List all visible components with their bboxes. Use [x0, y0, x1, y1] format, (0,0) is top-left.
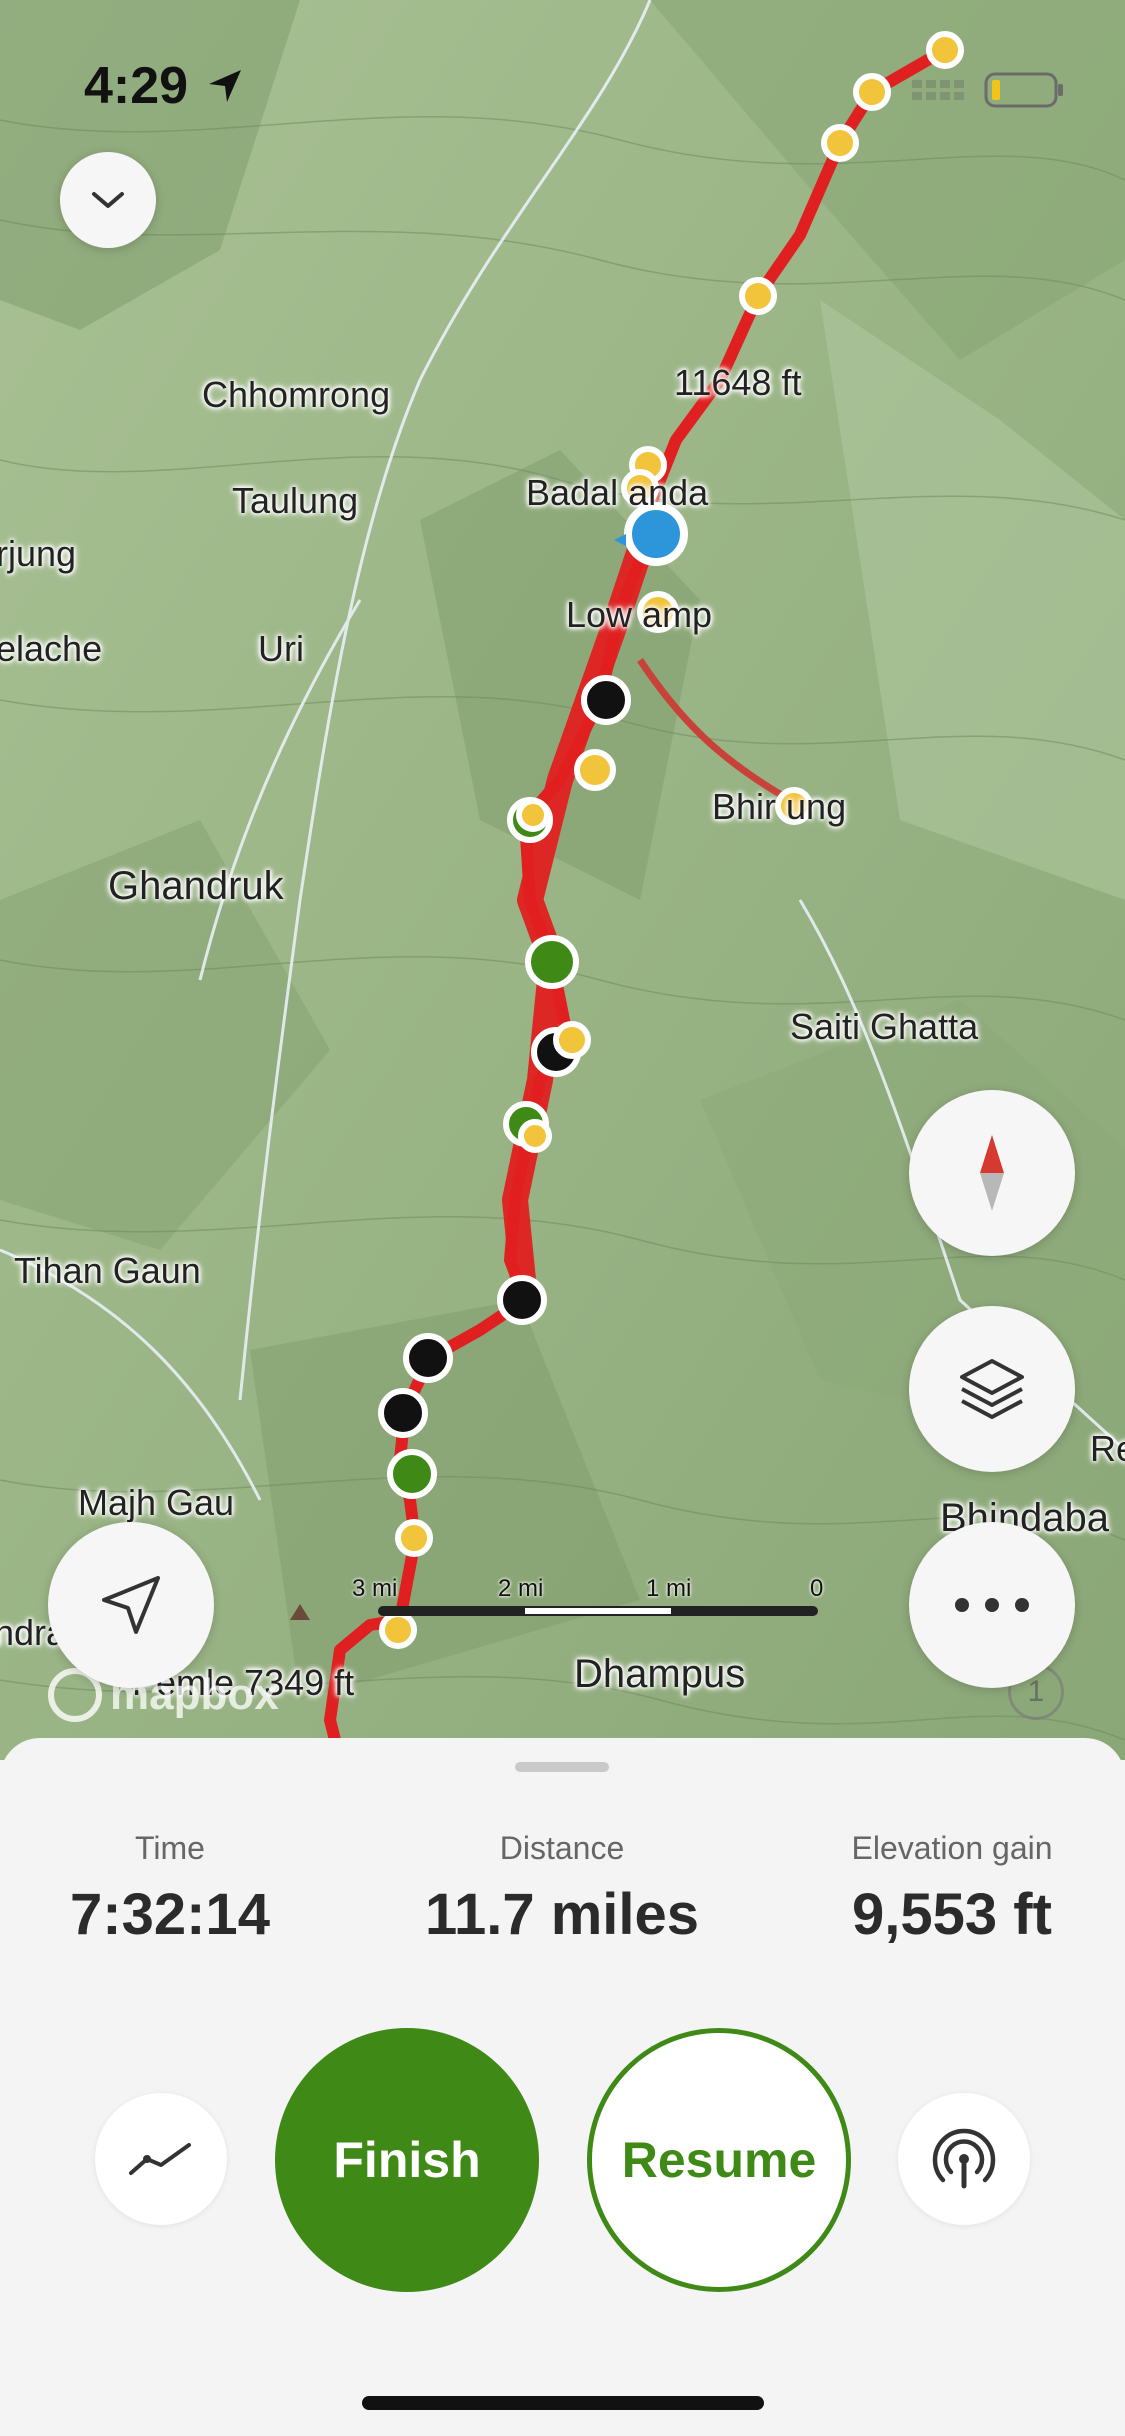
place-label: Re [1090, 1428, 1125, 1469]
signal-icon [912, 80, 964, 100]
stat-value: 9,553 ft [852, 1882, 1052, 1947]
status-time: 4:29 [84, 57, 189, 115]
ellipsis-icon [955, 1598, 1029, 1612]
recenter-location-button[interactable] [48, 1522, 214, 1688]
place-label: Low amp [566, 594, 713, 635]
stat-value: 7:32:14 [70, 1882, 270, 1947]
compass-icon [980, 1135, 1004, 1211]
compass-button[interactable] [909, 1090, 1075, 1256]
chevron-down-icon [92, 192, 124, 208]
elevation-label: 11648 ft [674, 362, 802, 403]
place-label: Uri [258, 628, 304, 669]
collapse-button[interactable] [60, 152, 156, 248]
stat-distance: Distance 11.7 miles [397, 1830, 727, 1948]
stat-elevation-gain: Elevation gain 9,553 ft [787, 1830, 1117, 1948]
activity-sheet: Time 7:32:14 Distance 11.7 miles Elevati… [0, 1738, 1125, 2436]
elevation-profile-icon [129, 2143, 191, 2175]
scale-label: 3 mi [352, 1575, 398, 1602]
scale-label: 1 mi [646, 1575, 692, 1602]
place-label: elache [0, 628, 103, 669]
place-label: Majh Gau [78, 1482, 235, 1523]
place-label: rjung [0, 533, 77, 574]
navigation-arrow-icon [102, 1576, 160, 1634]
place-label: Dhampus [574, 1652, 746, 1696]
finish-button[interactable]: Finish [275, 2028, 539, 2292]
live-beacon-button[interactable] [898, 2093, 1030, 2225]
place-label: Bhir ung [712, 786, 847, 827]
stat-time: Time 7:32:14 [5, 1830, 335, 1948]
more-options-button[interactable] [909, 1522, 1075, 1688]
place-label: Ghandruk [108, 864, 284, 908]
place-label: Taulung [232, 480, 359, 521]
broadcast-icon [932, 2128, 996, 2189]
elevation-profile-button[interactable] [95, 2093, 227, 2225]
layers-icon [960, 1359, 1024, 1419]
current-location-marker [624, 502, 688, 566]
stat-label: Elevation gain [851, 1830, 1053, 1866]
place-label: Tihan Gaun [14, 1250, 201, 1291]
location-services-icon [209, 70, 241, 102]
stat-label: Distance [499, 1830, 625, 1866]
stat-label: Time [135, 1830, 205, 1866]
map-view[interactable]: Chhomrong Taulung rjung elache Uri Ghand… [0, 0, 1125, 1760]
place-label: Badal anda [526, 472, 709, 513]
scale-label: 0 [810, 1575, 824, 1602]
scale-label: 2 mi [498, 1575, 544, 1602]
layers-button[interactable] [909, 1306, 1075, 1472]
place-label: Chhomrong [202, 374, 391, 415]
home-indicator [362, 2396, 764, 2410]
sheet-drag-handle[interactable] [515, 1762, 609, 1772]
resume-button[interactable]: Resume [587, 2028, 851, 2292]
place-label: Saiti Ghatta [790, 1006, 979, 1047]
stat-value: 11.7 miles [424, 1882, 700, 1947]
battery-icon [984, 72, 1063, 108]
